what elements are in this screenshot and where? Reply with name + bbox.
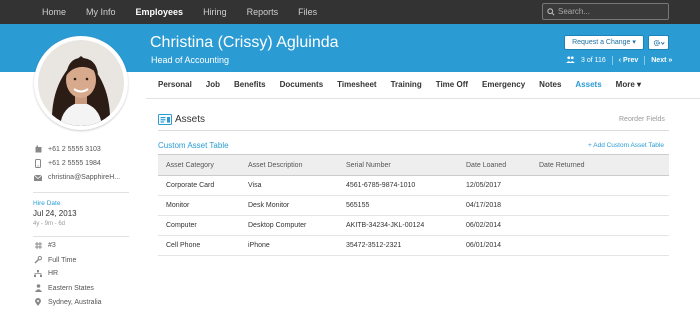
column-header[interactable]: Date Loaned: [466, 155, 506, 176]
table-cell: Cell Phone: [166, 242, 201, 249]
location-pin-icon: [33, 298, 43, 306]
email: christina@SapphireH...: [33, 174, 120, 181]
tenure: 4y - 9m - 6d: [33, 221, 66, 227]
section-divider: [158, 130, 669, 131]
employment-status: Full Time: [33, 256, 76, 264]
column-header[interactable]: Asset Category: [166, 155, 214, 176]
table-cell: Desktop Computer: [248, 222, 307, 229]
table-cell: 4561-6785-9874-1010: [346, 182, 416, 189]
employee-number: #3: [33, 242, 56, 249]
settings-button[interactable]: [648, 35, 669, 50]
division: Eastern States: [33, 284, 94, 292]
table-cell: Desk Monitor: [248, 202, 290, 209]
sidebar-divider: [33, 192, 129, 193]
table-row[interactable]: Corporate Card Visa 4561-6785-9874-1010 …: [158, 176, 669, 196]
location-text: Sydney, Australia: [48, 298, 102, 306]
department-text: HR: [48, 270, 59, 277]
pager-position: 3 of 116: [581, 57, 606, 64]
tabs-divider: [146, 98, 700, 99]
table-cell: 565155: [346, 202, 370, 209]
profile-tabs: Personal Job Benefits Documents Timeshee…: [158, 80, 655, 94]
nav-home[interactable]: Home: [42, 0, 66, 24]
tab-emergency[interactable]: Emergency: [482, 80, 525, 94]
phone-icon: [33, 145, 43, 153]
nav-files[interactable]: Files: [298, 0, 317, 24]
email-icon: [33, 174, 43, 181]
employee-job-title: Head of Accounting: [151, 55, 230, 65]
nav-hiring[interactable]: Hiring: [203, 0, 227, 24]
tab-job[interactable]: Job: [206, 80, 220, 94]
next-link[interactable]: Next »: [651, 57, 672, 64]
table-cell: Computer: [166, 222, 197, 229]
prev-link[interactable]: ‹ Prev: [619, 57, 638, 64]
tab-benefits[interactable]: Benefits: [234, 80, 266, 94]
assets-icon: [158, 112, 172, 130]
nav-reports[interactable]: Reports: [247, 0, 279, 24]
tab-timesheet[interactable]: Timesheet: [337, 80, 376, 94]
search-box[interactable]: [542, 3, 669, 20]
mobile-phone: +61 2 5555 1984: [33, 159, 101, 168]
hire-date: Jul 24, 2013: [33, 209, 77, 218]
tab-personal[interactable]: Personal: [158, 80, 192, 94]
division-text: Eastern States: [48, 284, 94, 292]
employment-status-text: Full Time: [48, 256, 77, 264]
table-cell: Corporate Card: [166, 182, 215, 189]
table-header: Asset Category Asset Description Serial …: [158, 154, 669, 176]
table-cell: Monitor: [166, 202, 190, 209]
table-row[interactable]: Monitor Desk Monitor 565155 04/17/2018: [158, 196, 669, 216]
table-cell: 12/05/2017: [466, 182, 502, 189]
tab-notes[interactable]: Notes: [539, 80, 561, 94]
location: Sydney, Australia: [33, 298, 102, 306]
table-cell: 04/17/2018: [466, 202, 502, 209]
employee-name: Christina (Crissy) Agluinda: [150, 34, 339, 51]
avatar[interactable]: [34, 36, 128, 130]
tab-assets[interactable]: Assets: [575, 80, 601, 94]
table-cell: 35472-3512-2321: [346, 242, 402, 249]
section-title: Assets: [175, 114, 206, 125]
reorder-fields-link[interactable]: Reorder Fields: [619, 116, 665, 123]
table-cell: Visa: [248, 182, 262, 189]
table-row[interactable]: Cell Phone iPhone 35472-3512-2321 06/01/…: [158, 236, 669, 256]
employee-photo: [38, 40, 124, 126]
work-phone-text[interactable]: +61 2 5555 3103: [48, 146, 101, 153]
column-header[interactable]: Date Returned: [539, 155, 585, 176]
search-input[interactable]: [558, 7, 658, 16]
table-cell: 06/01/2014: [466, 242, 502, 249]
mobile-icon: [33, 159, 43, 168]
department: HR: [33, 270, 58, 277]
pager-divider: [611, 56, 613, 65]
mobile-phone-text[interactable]: +61 2 5555 1984: [48, 160, 101, 167]
request-change-button[interactable]: Request a Change ▾: [564, 35, 644, 50]
org-icon: [33, 270, 43, 277]
employee-number-text: #3: [48, 242, 56, 249]
column-header[interactable]: Asset Description: [248, 155, 302, 176]
nav-employees[interactable]: Employees: [136, 0, 184, 24]
pager-divider: [644, 56, 646, 65]
tab-documents[interactable]: Documents: [280, 80, 324, 94]
table-cell: iPhone: [248, 242, 270, 249]
tab-more[interactable]: More ▾: [616, 80, 641, 94]
table-cell: 06/02/2014: [466, 222, 502, 229]
wrench-icon: [33, 256, 43, 264]
nav-my-info[interactable]: My Info: [86, 0, 116, 24]
hash-icon: [33, 242, 43, 249]
column-header[interactable]: Serial Number: [346, 155, 391, 176]
tab-training[interactable]: Training: [391, 80, 422, 94]
asset-table-title: Custom Asset Table: [158, 141, 229, 150]
table-row[interactable]: Computer Desktop Computer AKITB-34234-JK…: [158, 216, 669, 236]
gear-icon: [653, 34, 665, 52]
work-phone: +61 2 5555 3103: [33, 145, 101, 153]
hire-date-label: Hire Date: [33, 200, 61, 207]
tab-time-off[interactable]: Time Off: [436, 80, 468, 94]
table-cell: AKITB-34234-JKL-00124: [346, 222, 425, 229]
email-text[interactable]: christina@SapphireH...: [48, 174, 120, 181]
person-icon: [33, 284, 43, 292]
employee-pager: 3 of 116 ‹ Prev Next »: [566, 56, 672, 65]
sidebar-divider: [33, 236, 129, 237]
search-icon: [543, 7, 558, 16]
asset-table: Asset Category Asset Description Serial …: [158, 154, 669, 256]
directory-icon: [566, 56, 575, 65]
add-asset-table-link[interactable]: + Add Custom Asset Table: [588, 142, 664, 149]
